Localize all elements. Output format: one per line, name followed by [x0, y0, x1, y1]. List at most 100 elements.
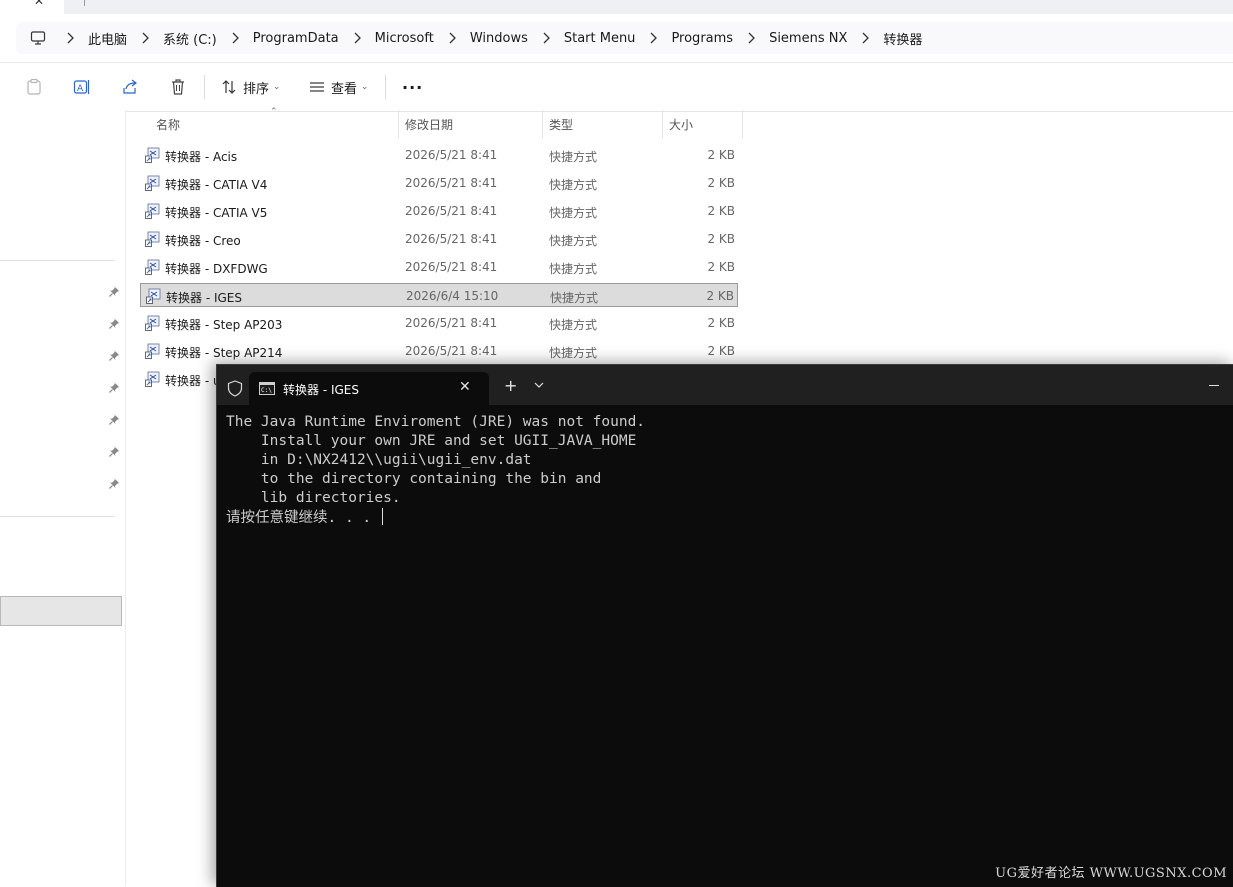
- current-tab[interactable]: [0, 0, 64, 14]
- column-header-size[interactable]: 大小: [669, 110, 693, 138]
- rename-button[interactable]: A: [73, 63, 91, 111]
- breadcrumb-label: Microsoft: [374, 30, 434, 46]
- file-row[interactable]: 转换器 - Step AP214 2026/5/21 8:41 快捷方式 2 KB: [140, 339, 738, 363]
- terminal-output[interactable]: The Java Runtime Enviroment (JRE) was no…: [226, 413, 645, 528]
- file-row[interactable]: 转换器 - IGES 2026/6/4 15:10 快捷方式 2 KB: [140, 283, 738, 307]
- breadcrumb: 此电脑 系统 (C:) ProgramData Microsoft Windows Sta…: [30, 22, 930, 54]
- file-name: 转换器 - CATIA V5: [165, 206, 268, 220]
- column-header-date[interactable]: 修改日期: [405, 110, 453, 138]
- view-button[interactable]: 查看 ⌄: [309, 63, 369, 111]
- nav-selected-item[interactable]: [0, 596, 122, 626]
- text-cursor: [381, 508, 384, 525]
- chevron-down-icon[interactable]: [534, 382, 544, 388]
- column-divider[interactable]: [542, 110, 543, 138]
- chevron-right-icon[interactable]: [353, 32, 361, 44]
- breadcrumb-item[interactable]: 转换器: [855, 29, 930, 48]
- file-size: 2 KB: [707, 232, 735, 246]
- more-options-button[interactable]: ···: [402, 63, 423, 111]
- column-header-name[interactable]: 名称: [156, 110, 180, 138]
- breadcrumb-label: ProgramData: [252, 30, 339, 46]
- shortcut-icon: [145, 343, 160, 359]
- pin-icon[interactable]: [108, 286, 120, 298]
- file-row[interactable]: 转换器 - Creo 2026/5/21 8:41 快捷方式 2 KB: [140, 227, 738, 251]
- clipboard-icon: [27, 78, 41, 95]
- chevron-right-icon[interactable]: [66, 32, 74, 44]
- pin-icon[interactable]: [108, 382, 120, 394]
- terminal-window[interactable]: C:\ 转换器 - IGES ✕ + The Java Runtime Envi…: [216, 364, 1233, 887]
- watermark: UG爱好者论坛 WWW.UGSNX.COM: [995, 866, 1227, 881]
- close-tab-icon[interactable]: ✕: [459, 379, 471, 395]
- more-icon: ···: [402, 77, 424, 97]
- file-size: 2 KB: [707, 148, 735, 162]
- chevron-right-icon[interactable]: [448, 32, 456, 44]
- navigation-pane: [0, 110, 126, 886]
- new-tab-button[interactable]: +: [504, 376, 517, 395]
- file-row[interactable]: 转换器 - CATIA V4 2026/5/21 8:41 快捷方式 2 KB: [140, 171, 738, 195]
- file-type: 快捷方式: [549, 178, 598, 192]
- share-button[interactable]: [121, 63, 139, 111]
- breadcrumb-item[interactable]: ProgramData: [225, 31, 347, 46]
- svg-text:A: A: [77, 84, 84, 94]
- file-date: 2026/5/21 8:41: [405, 260, 498, 274]
- pin-icon[interactable]: [108, 446, 120, 458]
- chevron-right-icon[interactable]: [141, 32, 149, 44]
- column-divider[interactable]: [662, 110, 663, 138]
- chevron-right-icon[interactable]: [649, 32, 658, 44]
- sort-label: 排序: [243, 81, 270, 97]
- chevron-right-icon[interactable]: [231, 32, 239, 44]
- pin-icon[interactable]: [108, 414, 120, 426]
- chevron-right-icon[interactable]: [747, 32, 755, 44]
- command-prompt-icon: C:\: [259, 382, 275, 395]
- toolbar-divider: [385, 75, 386, 99]
- breadcrumb-item[interactable]: Microsoft: [347, 31, 442, 46]
- file-name: 转换器 - Step AP203: [165, 318, 283, 332]
- sort-button[interactable]: 排序 ⌄: [221, 63, 281, 111]
- terminal-tab[interactable]: C:\ 转换器 - IGES ✕: [249, 372, 489, 405]
- command-bar: A 排序 ⌄ 查看 ⌄ ···: [0, 62, 1233, 112]
- file-row[interactable]: 转换器 - Step AP203 2026/5/21 8:41 快捷方式 2 KB: [140, 311, 738, 335]
- tab-close-icon[interactable]: ✕: [34, 0, 44, 8]
- window-tab-strip: ✕: [0, 0, 1233, 14]
- file-date: 2026/6/4 15:10: [406, 289, 499, 303]
- file-row[interactable]: 转换器 - DXFDWG 2026/5/21 8:41 快捷方式 2 KB: [140, 255, 738, 279]
- file-name: 转换器 - Step AP214: [165, 346, 283, 360]
- file-size: 2 KB: [707, 344, 735, 358]
- chevron-right-icon[interactable]: [542, 32, 550, 44]
- file-name: 转换器 - Creo: [165, 234, 241, 248]
- computer-icon[interactable]: [30, 30, 46, 46]
- file-row[interactable]: 转换器 - Acis 2026/5/21 8:41 快捷方式 2 KB: [140, 143, 738, 167]
- shortcut-icon: [145, 147, 160, 163]
- file-size: 2 KB: [707, 176, 735, 190]
- address-bar[interactable]: 此电脑 系统 (C:) ProgramData Microsoft Windows Sta…: [16, 22, 1233, 54]
- file-date: 2026/5/21 8:41: [405, 344, 498, 358]
- minimize-button[interactable]: [1209, 385, 1219, 386]
- file-type: 快捷方式: [549, 346, 598, 360]
- paste-button[interactable]: [25, 63, 43, 111]
- pin-icon[interactable]: [108, 318, 120, 330]
- file-name: 转换器 - CATIA V4: [165, 178, 268, 192]
- toolbar-divider: [204, 75, 205, 99]
- delete-button[interactable]: [169, 63, 187, 111]
- file-row[interactable]: 转换器 - CATIA V5 2026/5/21 8:41 快捷方式 2 KB: [140, 199, 738, 223]
- pin-icon[interactable]: [108, 478, 120, 490]
- breadcrumb-item[interactable]: Siemens NX: [741, 31, 855, 46]
- pin-icon[interactable]: [108, 350, 120, 362]
- file-name: 转换器 - u: [165, 374, 221, 388]
- rename-icon: A: [73, 80, 90, 94]
- breadcrumb-item[interactable]: Programs: [643, 31, 741, 46]
- view-label: 查看: [331, 81, 358, 97]
- chevron-right-icon[interactable]: [861, 32, 870, 44]
- column-header-type[interactable]: 类型: [549, 110, 573, 138]
- sort-ascending-icon: ⌃: [270, 107, 278, 117]
- breadcrumb-label: Siemens NX: [769, 30, 848, 46]
- file-size: 2 KB: [706, 289, 734, 303]
- breadcrumb-item[interactable]: 此电脑: [60, 29, 135, 48]
- shortcut-icon: [145, 203, 160, 219]
- terminal-titlebar[interactable]: C:\ 转换器 - IGES ✕ +: [217, 365, 1233, 405]
- breadcrumb-item[interactable]: 系统 (C:): [135, 29, 225, 48]
- breadcrumb-item[interactable]: Start Menu: [536, 31, 644, 46]
- column-divider[interactable]: [742, 110, 743, 138]
- breadcrumb-item[interactable]: Windows: [442, 31, 536, 46]
- column-divider[interactable]: [398, 110, 399, 138]
- view-icon: [310, 82, 324, 92]
